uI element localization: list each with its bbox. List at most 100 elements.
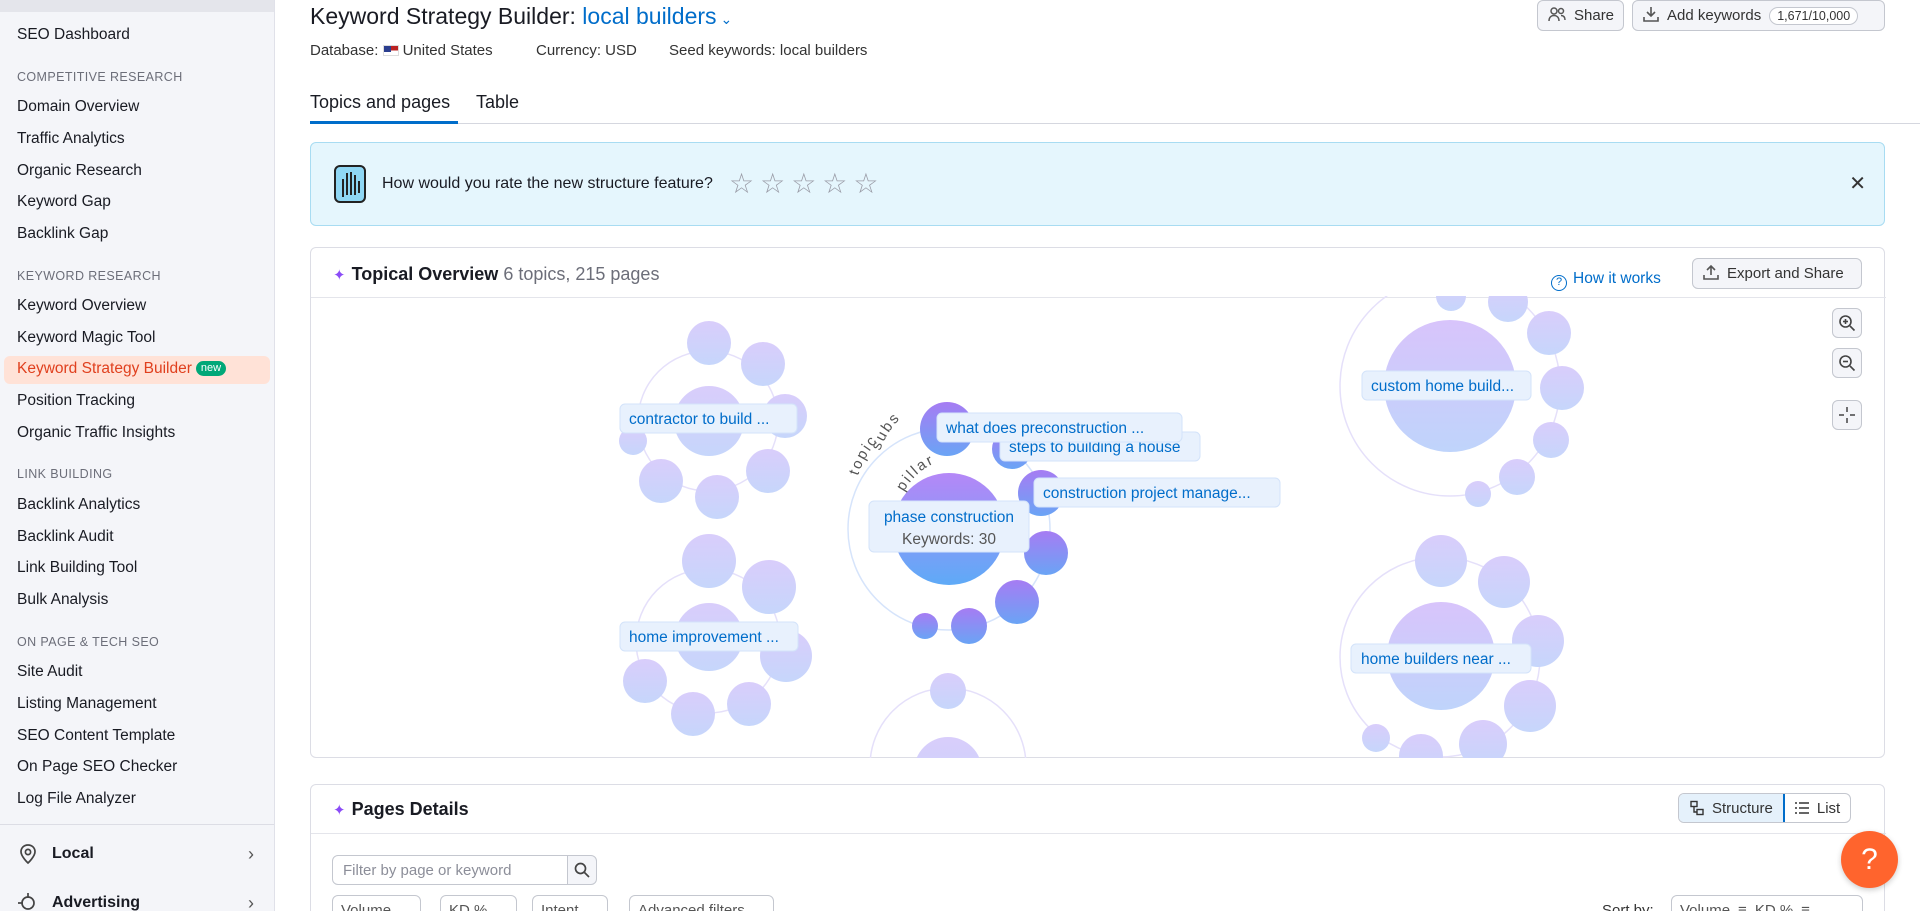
sidebar-item-seo-content-template[interactable]: SEO Content Template bbox=[17, 727, 175, 745]
sidebar-group-label: Advertising bbox=[52, 894, 141, 911]
us-flag-icon bbox=[382, 45, 399, 56]
help-button[interactable]: ? bbox=[1841, 831, 1898, 888]
pages-details-header: ✦ Pages Details bbox=[333, 799, 469, 820]
topic-bubble-svg[interactable]: subs topic pillar contractor to build ..… bbox=[310, 296, 1885, 758]
sidebar-item-keyword-gap[interactable]: Keyword Gap bbox=[17, 193, 111, 211]
intent-filter-dropdown[interactable]: Intent ⌄ bbox=[532, 895, 609, 911]
sidebar-item-organic-research[interactable]: Organic Research bbox=[17, 162, 142, 180]
bubble-label-what-does[interactable]: what does preconstruction ... bbox=[936, 412, 1183, 443]
help-circle-icon: ? bbox=[1551, 275, 1567, 291]
list-label: List bbox=[1816, 799, 1841, 817]
structure-view-button[interactable]: Structure bbox=[1679, 794, 1785, 822]
rating-question: How would you rate the new structure fea… bbox=[382, 175, 713, 192]
sidebar-item-bulk-analysis[interactable]: Bulk Analysis bbox=[17, 591, 108, 609]
sidebar-group-label: Local bbox=[52, 845, 94, 862]
sidebar-top-strip bbox=[0, 0, 274, 12]
chevron-down-icon: ⌄ bbox=[495, 902, 508, 911]
share-label: Share bbox=[1574, 7, 1615, 24]
structure-label: Structure bbox=[1712, 799, 1773, 817]
sidebar-item-listing-management[interactable]: Listing Management bbox=[17, 695, 157, 713]
filter-label: KD % bbox=[449, 901, 488, 911]
svg-text:custom home build...: custom home build... bbox=[1371, 378, 1514, 395]
svg-text:home builders near ...: home builders near ... bbox=[1361, 651, 1511, 668]
bubble-label-home-improvement[interactable]: home improvement ... bbox=[619, 621, 799, 652]
sidebar-item-backlink-audit[interactable]: Backlink Audit bbox=[17, 528, 114, 546]
sidebar-item-keyword-magic-tool[interactable]: Keyword Magic Tool bbox=[17, 329, 155, 347]
add-keywords-button[interactable]: Add keywords 1,671/10,000 bbox=[1632, 0, 1885, 31]
how-it-works-label: How it works bbox=[1573, 270, 1661, 287]
topic-bubble-map[interactable]: subs topic pillar contractor to build ..… bbox=[310, 296, 1885, 758]
sidebar-item-link-building-tool[interactable]: Link Building Tool bbox=[17, 559, 137, 577]
sort-value: Volume bbox=[1680, 901, 1731, 911]
chevron-right-icon: › bbox=[248, 843, 254, 864]
filter-search-button[interactable] bbox=[567, 855, 597, 885]
seed-keywords-info: Seed keywords: local builders bbox=[669, 42, 868, 59]
svg-text:what does preconstruction ...: what does preconstruction ... bbox=[945, 420, 1144, 437]
sidebar-item-organic-traffic-insights[interactable]: Organic Traffic Insights bbox=[17, 424, 175, 442]
tab-active-indicator bbox=[310, 121, 458, 124]
kd-filter-dropdown[interactable]: KD % ⌄ bbox=[440, 895, 517, 911]
sidebar-item-domain-overview[interactable]: Domain Overview bbox=[17, 98, 139, 116]
filter-label: Intent bbox=[541, 901, 579, 911]
sidebar-item-backlink-analytics[interactable]: Backlink Analytics bbox=[17, 496, 140, 514]
topic-cluster-bottom[interactable] bbox=[869, 673, 1027, 758]
currency-info: Currency: USD bbox=[536, 42, 637, 59]
sort-by-label: Sort by: bbox=[1602, 902, 1654, 911]
sidebar-item-site-audit[interactable]: Site Audit bbox=[17, 663, 83, 681]
sidebar-item-on-page-seo-checker[interactable]: On Page SEO Checker bbox=[17, 758, 177, 776]
tab-topics-and-pages[interactable]: Topics and pages bbox=[310, 92, 450, 113]
sidebar-item-seo-dashboard[interactable]: SEO Dashboard bbox=[17, 26, 130, 44]
svg-text:phase construction: phase construction bbox=[884, 509, 1014, 526]
sidebar-item-keyword-overview[interactable]: Keyword Overview bbox=[17, 297, 146, 315]
export-and-share-button[interactable]: Export and Share bbox=[1692, 258, 1862, 289]
list-icon bbox=[1794, 802, 1809, 814]
sidebar-item-log-file-analyzer[interactable]: Log File Analyzer bbox=[17, 790, 136, 808]
sidebar-group-advertising[interactable]: Advertising › bbox=[18, 892, 258, 911]
zoom-out-button[interactable] bbox=[1832, 348, 1862, 378]
sidebar-item-backlink-gap[interactable]: Backlink Gap bbox=[17, 225, 108, 243]
pages-details-card: ✦ Pages Details bbox=[310, 784, 1886, 911]
tab-table[interactable]: Table bbox=[476, 92, 519, 113]
chevron-down-icon: ⌄ bbox=[752, 902, 766, 911]
crosshair-icon bbox=[1839, 407, 1855, 423]
filter-input[interactable] bbox=[332, 855, 568, 885]
sidebar-item-keyword-strategy-builder[interactable]: Keyword Strategy Builder new bbox=[17, 360, 227, 378]
sidebar-group-local[interactable]: Local › bbox=[18, 843, 258, 865]
sort-secondary: KD % bbox=[1754, 901, 1794, 911]
sidebar-item-traffic-analytics[interactable]: Traffic Analytics bbox=[17, 130, 125, 148]
close-icon[interactable]: ✕ bbox=[1849, 171, 1866, 196]
bubble-label-custom-home[interactable]: custom home build... bbox=[1361, 370, 1532, 401]
target-icon bbox=[18, 893, 35, 910]
bubble-label-contractor[interactable]: contractor to build ... bbox=[619, 403, 798, 434]
svg-text:home improvement ...: home improvement ... bbox=[629, 629, 779, 646]
volume-filter-dropdown[interactable]: Volume ⌄ bbox=[332, 895, 421, 911]
share-button[interactable]: Share bbox=[1537, 0, 1624, 31]
sort-by-dropdown[interactable]: Volume ≡ KD % ≡ ⌄ bbox=[1671, 895, 1863, 911]
sidebar-item-label: Keyword Strategy Builder bbox=[17, 360, 192, 377]
sidebar-section-onpage: ON PAGE & TECH SEO bbox=[17, 635, 160, 649]
users-icon bbox=[1548, 6, 1566, 26]
structure-icon bbox=[1690, 800, 1704, 816]
sidebar-item-position-tracking[interactable]: Position Tracking bbox=[17, 392, 135, 410]
recenter-button[interactable] bbox=[1832, 400, 1862, 430]
tabs-divider bbox=[310, 123, 1920, 124]
how-it-works-link[interactable]: ? How it works bbox=[1551, 270, 1661, 291]
seed-keyword-dropdown[interactable]: local builders bbox=[582, 3, 716, 29]
arc-label-topic: topic bbox=[846, 432, 882, 478]
view-toggle[interactable]: Structure List bbox=[1678, 793, 1852, 823]
bubble-label-home-builders-near[interactable]: home builders near ... bbox=[1350, 643, 1532, 674]
search-icon bbox=[574, 862, 590, 878]
svg-text:Keywords: 30: Keywords: 30 bbox=[902, 531, 996, 548]
sparkle-icon: ✦ bbox=[333, 267, 346, 284]
list-view-button[interactable]: List bbox=[1784, 794, 1850, 822]
bubble-label-construction-pm[interactable]: construction project manage... bbox=[1033, 477, 1281, 508]
topical-overview-header: ✦ Topical Overview 6 topics, 215 pages bbox=[333, 264, 659, 285]
topic-cluster-custom-home[interactable] bbox=[1339, 296, 1584, 507]
star-rating[interactable]: ☆☆☆☆☆ bbox=[729, 167, 885, 200]
sort-order-icon: ≡ bbox=[1738, 901, 1747, 911]
advanced-filters-dropdown[interactable]: Advanced filters ⌄ bbox=[629, 895, 775, 911]
zoom-in-button[interactable] bbox=[1832, 308, 1862, 338]
sidebar-divider bbox=[0, 824, 274, 825]
chevron-down-icon[interactable]: ⌄ bbox=[721, 11, 733, 27]
bubble-label-phase-construction[interactable]: phase construction Keywords: 30 bbox=[868, 500, 1030, 553]
